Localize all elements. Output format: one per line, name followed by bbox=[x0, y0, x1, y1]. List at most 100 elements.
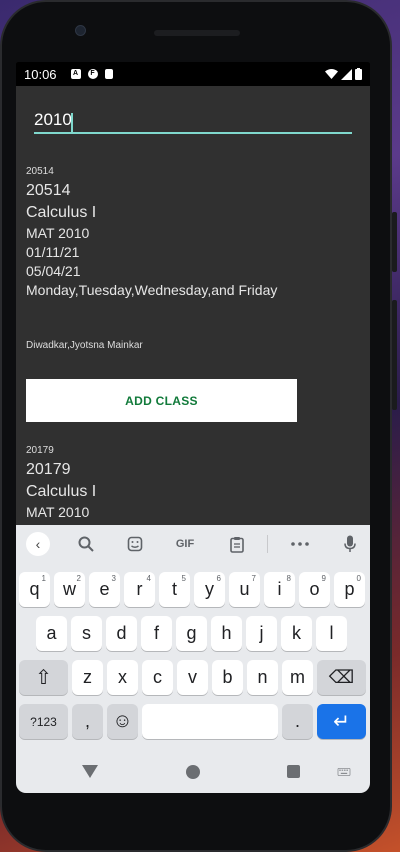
search-icon[interactable] bbox=[73, 533, 99, 555]
key-label: l bbox=[329, 623, 334, 643]
key-z[interactable]: z bbox=[72, 660, 103, 695]
key-label: f bbox=[153, 623, 159, 643]
key-hint: 3 bbox=[111, 574, 116, 583]
backspace-key[interactable]: ⌫ bbox=[317, 660, 366, 695]
key-label: k bbox=[292, 623, 301, 643]
key-label: s bbox=[82, 623, 91, 643]
enter-key[interactable]: ↵ bbox=[317, 704, 366, 739]
more-icon[interactable] bbox=[287, 533, 313, 555]
key-g[interactable]: g bbox=[176, 616, 207, 651]
comma-key[interactable]: , bbox=[72, 704, 103, 739]
key-label: . bbox=[294, 711, 300, 731]
shift-icon: ⇧ bbox=[35, 667, 52, 689]
key-e[interactable]: e3 bbox=[89, 572, 120, 607]
course-card: 20179 20179 Calculus I MAT 2010 bbox=[26, 445, 96, 522]
key-x[interactable]: x bbox=[107, 660, 138, 695]
key-label: n bbox=[257, 667, 268, 687]
wifi-icon bbox=[325, 68, 338, 79]
course-crn: 20179 bbox=[26, 461, 71, 478]
course-instructor: Diwadkar,Jyotsna Mainkar bbox=[26, 340, 143, 351]
key-k[interactable]: k bbox=[281, 616, 312, 651]
course-crn: 20514 bbox=[26, 182, 71, 199]
course-code: MAT 2010 bbox=[26, 504, 90, 520]
key-label: ?123 bbox=[30, 714, 57, 729]
power-button bbox=[392, 212, 397, 272]
key-c[interactable]: c bbox=[142, 660, 173, 695]
key-o[interactable]: o9 bbox=[299, 572, 330, 607]
emoji-key[interactable]: ☺ bbox=[107, 704, 138, 739]
key-r[interactable]: r4 bbox=[124, 572, 155, 607]
key-h[interactable]: h bbox=[211, 616, 242, 651]
key-label: a bbox=[46, 623, 57, 643]
status-time: 10:06 bbox=[24, 66, 57, 82]
course-crn-small: 20179 bbox=[26, 445, 54, 456]
period-key[interactable]: . bbox=[282, 704, 313, 739]
shift-key[interactable]: ⇧ bbox=[19, 660, 68, 695]
front-camera-icon bbox=[75, 25, 86, 36]
key-label: u bbox=[239, 579, 250, 599]
key-t[interactable]: t5 bbox=[159, 572, 190, 607]
add-class-button[interactable]: ADD CLASS bbox=[26, 379, 297, 422]
key-label: o bbox=[309, 579, 320, 599]
key-hint: 6 bbox=[216, 574, 221, 583]
key-p[interactable]: p0 bbox=[334, 572, 365, 607]
key-label: v bbox=[188, 667, 197, 687]
earpiece-speaker bbox=[154, 30, 240, 36]
keyboard-switch-icon[interactable] bbox=[336, 768, 352, 776]
key-a[interactable]: a bbox=[36, 616, 67, 651]
home-icon[interactable] bbox=[186, 765, 200, 779]
navigation-bar bbox=[16, 752, 370, 793]
key-label: z bbox=[83, 667, 92, 687]
key-l[interactable]: l bbox=[316, 616, 347, 651]
key-s[interactable]: s bbox=[71, 616, 102, 651]
recents-icon[interactable] bbox=[287, 765, 300, 778]
key-label: b bbox=[222, 667, 233, 687]
search-input[interactable] bbox=[34, 108, 352, 134]
key-label: e bbox=[99, 579, 110, 599]
course-card: 20514 20514 Calculus I MAT 2010 01/11/21… bbox=[26, 166, 277, 300]
key-label: j bbox=[259, 623, 264, 643]
key-m[interactable]: m bbox=[282, 660, 313, 695]
spacebar[interactable] bbox=[142, 704, 278, 739]
symbols-key[interactable]: ?123 bbox=[19, 704, 68, 739]
course-start-date: 01/11/21 bbox=[26, 244, 80, 260]
key-w[interactable]: w2 bbox=[54, 572, 85, 607]
course-title: Calculus I bbox=[26, 483, 97, 500]
enter-icon: ↵ bbox=[333, 711, 350, 733]
key-f[interactable]: f bbox=[141, 616, 172, 651]
key-n[interactable]: n bbox=[247, 660, 278, 695]
key-hint: 4 bbox=[146, 574, 151, 583]
key-label: h bbox=[221, 623, 232, 643]
key-hint: 1 bbox=[41, 574, 46, 583]
phone-screen: 10:06 A F 20514 20514 Calculus I MAT 201… bbox=[16, 62, 370, 793]
key-label: , bbox=[84, 711, 90, 731]
clipboard-icon[interactable] bbox=[224, 533, 250, 555]
key-hint: 7 bbox=[251, 574, 256, 583]
microphone-icon[interactable] bbox=[337, 533, 363, 555]
key-label: d bbox=[116, 623, 127, 643]
key-q[interactable]: q1 bbox=[19, 572, 50, 607]
key-label: x bbox=[118, 667, 127, 687]
key-hint: 2 bbox=[76, 574, 81, 583]
status-bar: 10:06 A F bbox=[16, 62, 370, 86]
key-u[interactable]: u7 bbox=[229, 572, 260, 607]
course-end-date: 05/04/21 bbox=[26, 263, 81, 279]
key-i[interactable]: i8 bbox=[264, 572, 295, 607]
key-hint: 0 bbox=[356, 574, 361, 583]
key-d[interactable]: d bbox=[106, 616, 137, 651]
backspace-icon: ⌫ bbox=[328, 667, 355, 687]
signal-icon bbox=[341, 68, 352, 80]
gif-icon[interactable]: GIF bbox=[168, 533, 202, 555]
key-j[interactable]: j bbox=[246, 616, 277, 651]
key-y[interactable]: y6 bbox=[194, 572, 225, 607]
key-label: c bbox=[153, 667, 162, 687]
chevron-left-icon[interactable]: ‹ bbox=[26, 532, 50, 556]
key-v[interactable]: v bbox=[177, 660, 208, 695]
volume-button bbox=[392, 300, 397, 410]
key-label: r bbox=[136, 579, 143, 599]
sticker-icon[interactable] bbox=[122, 533, 148, 555]
course-code: MAT 2010 bbox=[26, 225, 90, 241]
back-icon[interactable] bbox=[82, 765, 98, 778]
key-b[interactable]: b bbox=[212, 660, 243, 695]
key-hint: 8 bbox=[286, 574, 291, 583]
